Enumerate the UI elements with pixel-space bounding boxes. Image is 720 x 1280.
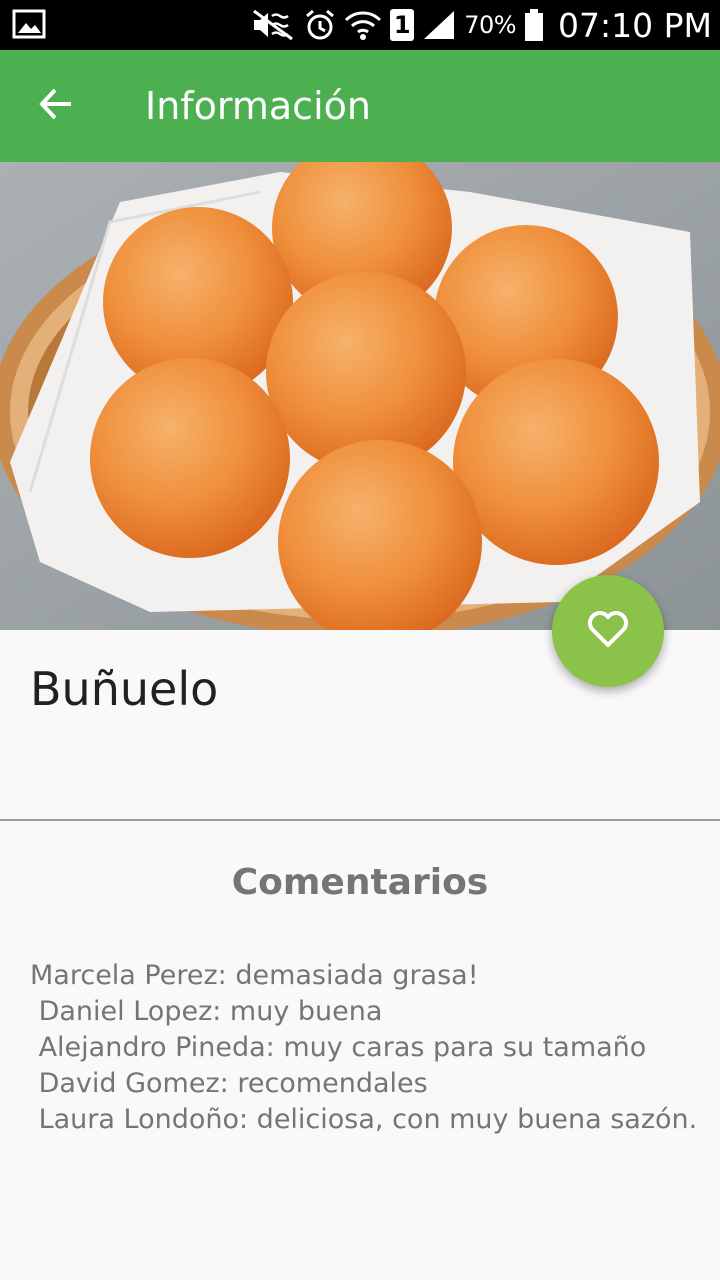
comment-item: Daniel Lopez: muy buena: [30, 996, 383, 1027]
heart-outline-icon: [586, 609, 630, 653]
comment-item: Laura Londoño: deliciosa, con muy buena …: [30, 1104, 698, 1135]
app-bar: Información: [0, 50, 720, 162]
favorite-button[interactable]: [552, 575, 664, 687]
mute-icon: [250, 8, 296, 42]
arrow-left-icon: [38, 87, 74, 125]
wifi-icon: [344, 8, 382, 42]
status-bar: 1 70% 07:10 PM: [0, 0, 720, 50]
comment-item: David Gomez: recomendales: [30, 1068, 428, 1099]
image-icon: [12, 9, 46, 39]
comments-list: Marcela Perez: demasiada grasa! Daniel L…: [30, 958, 710, 1138]
comment-item: Alejandro Pineda: muy caras para su tama…: [30, 1032, 647, 1063]
signal-icon: [422, 9, 456, 41]
status-time: 07:10 PM: [558, 5, 712, 45]
back-button[interactable]: [22, 74, 90, 138]
alarm-icon: [304, 8, 336, 42]
hero-image: [0, 162, 720, 630]
page-title: Información: [145, 84, 371, 128]
comment-item: Marcela Perez: demasiada grasa!: [30, 960, 479, 991]
comments-heading: Comentarios: [231, 862, 489, 903]
battery-percent: 70%: [464, 11, 517, 39]
battery-icon: [524, 8, 544, 42]
item-title: Buñuelo: [30, 662, 219, 716]
divider: [0, 819, 720, 821]
sim-icon: 1: [390, 9, 415, 41]
